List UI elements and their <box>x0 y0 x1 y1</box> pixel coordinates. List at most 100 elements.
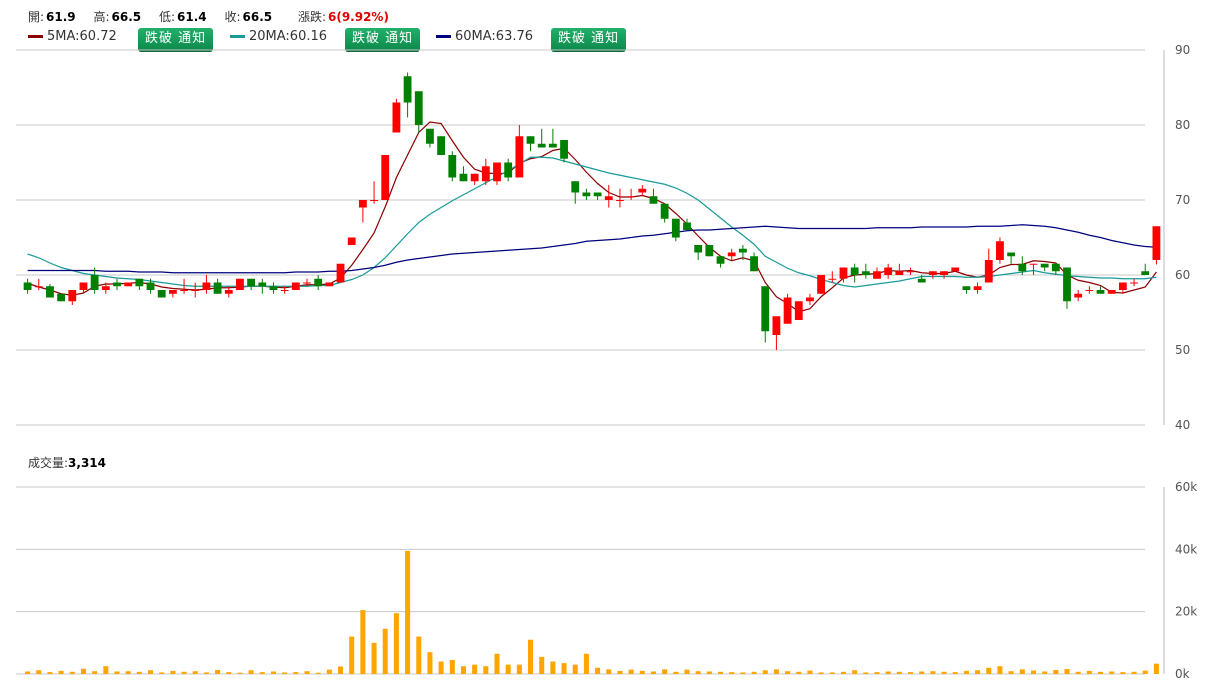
candle-down <box>135 278 144 287</box>
candle-up <box>940 271 948 275</box>
candle-down <box>593 192 602 197</box>
candle-up <box>370 200 378 201</box>
candle-up <box>783 297 792 324</box>
volume-bar <box>170 670 176 674</box>
volume-bar <box>528 639 534 674</box>
volume-bar <box>650 671 656 674</box>
candle-down <box>526 136 535 144</box>
candle-up <box>895 271 904 275</box>
volume-bar <box>1131 671 1137 674</box>
candle-down <box>46 286 54 298</box>
candle-up <box>336 263 345 283</box>
volume-bar <box>952 672 958 674</box>
candle-down <box>962 286 971 290</box>
candle-down <box>537 143 546 148</box>
volume-tick-label: 0k <box>1175 667 1190 681</box>
candle-up <box>973 286 982 290</box>
volume-bar <box>662 669 668 674</box>
volume-bar <box>181 671 187 674</box>
candle-down <box>314 278 323 287</box>
volume-bar <box>516 664 522 674</box>
volume-bar <box>58 670 64 674</box>
candle-down <box>571 181 580 193</box>
candle-up <box>481 166 490 182</box>
volume-bar <box>47 672 53 674</box>
candle-down <box>705 245 714 257</box>
volume-bar <box>595 667 601 674</box>
volume-bar <box>930 671 936 674</box>
volume-bar <box>293 672 299 674</box>
candle-down <box>716 256 725 264</box>
candle-down <box>157 290 166 298</box>
volume-bar <box>282 672 288 674</box>
candle-down <box>1063 267 1071 302</box>
volume-bar <box>896 671 902 674</box>
candle-down <box>548 143 557 148</box>
volume-bar <box>684 669 690 674</box>
candle-up <box>1074 293 1083 298</box>
candle-down <box>850 267 859 275</box>
candle-up <box>202 282 211 290</box>
volume-bar <box>729 672 735 674</box>
candle-up <box>604 196 613 200</box>
candle-down <box>1141 271 1150 275</box>
candle-up <box>839 267 848 279</box>
candle-down <box>57 293 66 302</box>
candle-up <box>168 290 177 294</box>
volume-bar <box>393 613 399 674</box>
candle-up <box>1107 290 1116 294</box>
candle-up <box>392 102 401 133</box>
candle-down <box>504 162 513 178</box>
candle-down <box>582 192 591 197</box>
volume-bar <box>874 672 880 674</box>
volume-bar <box>997 666 1003 674</box>
candle-down <box>459 173 468 182</box>
candle-down <box>448 155 457 178</box>
candle-up <box>180 290 188 291</box>
candle-down <box>437 136 446 155</box>
volume-bar <box>706 671 712 674</box>
volume-bar <box>483 666 489 674</box>
candle-down <box>403 76 412 103</box>
candle-down <box>23 282 32 290</box>
volume-bar <box>1142 670 1148 674</box>
volume-bar <box>628 669 634 674</box>
candle-down <box>269 286 278 290</box>
ma-line-5ma <box>27 121 1157 313</box>
candle-down <box>660 203 669 219</box>
candle-down <box>146 282 155 290</box>
candle-down <box>113 282 121 287</box>
volume-bar <box>36 670 42 674</box>
volume-bar <box>673 671 679 674</box>
candle-up <box>358 200 367 208</box>
volume-bar <box>840 671 846 674</box>
volume-bar <box>572 664 578 674</box>
candle-down <box>1007 252 1016 257</box>
volume-bar <box>852 670 858 674</box>
volume-bar <box>941 671 947 674</box>
volume-bar <box>69 671 75 674</box>
volume-bar <box>148 670 154 674</box>
candle-down <box>738 248 747 253</box>
volume-bar <box>908 672 914 674</box>
candle-up <box>291 282 300 290</box>
candle-up <box>727 252 736 257</box>
volume-tick-label: 40k <box>1175 542 1197 556</box>
volume-bar <box>237 672 243 674</box>
volume-bar <box>1075 671 1081 674</box>
volume-bar <box>796 671 802 674</box>
volume-bar <box>1053 669 1059 674</box>
volume-bar <box>371 642 377 674</box>
candle-up <box>627 196 636 198</box>
candle-up <box>772 316 781 335</box>
volume-bar <box>215 669 221 674</box>
volume-bar <box>472 664 478 674</box>
volume-bar <box>863 672 869 674</box>
candle-up <box>79 282 88 290</box>
volume-bar <box>248 670 254 674</box>
price-tick-label: 80 <box>1175 118 1190 132</box>
candle-up <box>638 188 647 193</box>
candle-up <box>1029 263 1038 265</box>
volume-bar <box>986 667 992 674</box>
candle-down <box>750 256 758 272</box>
